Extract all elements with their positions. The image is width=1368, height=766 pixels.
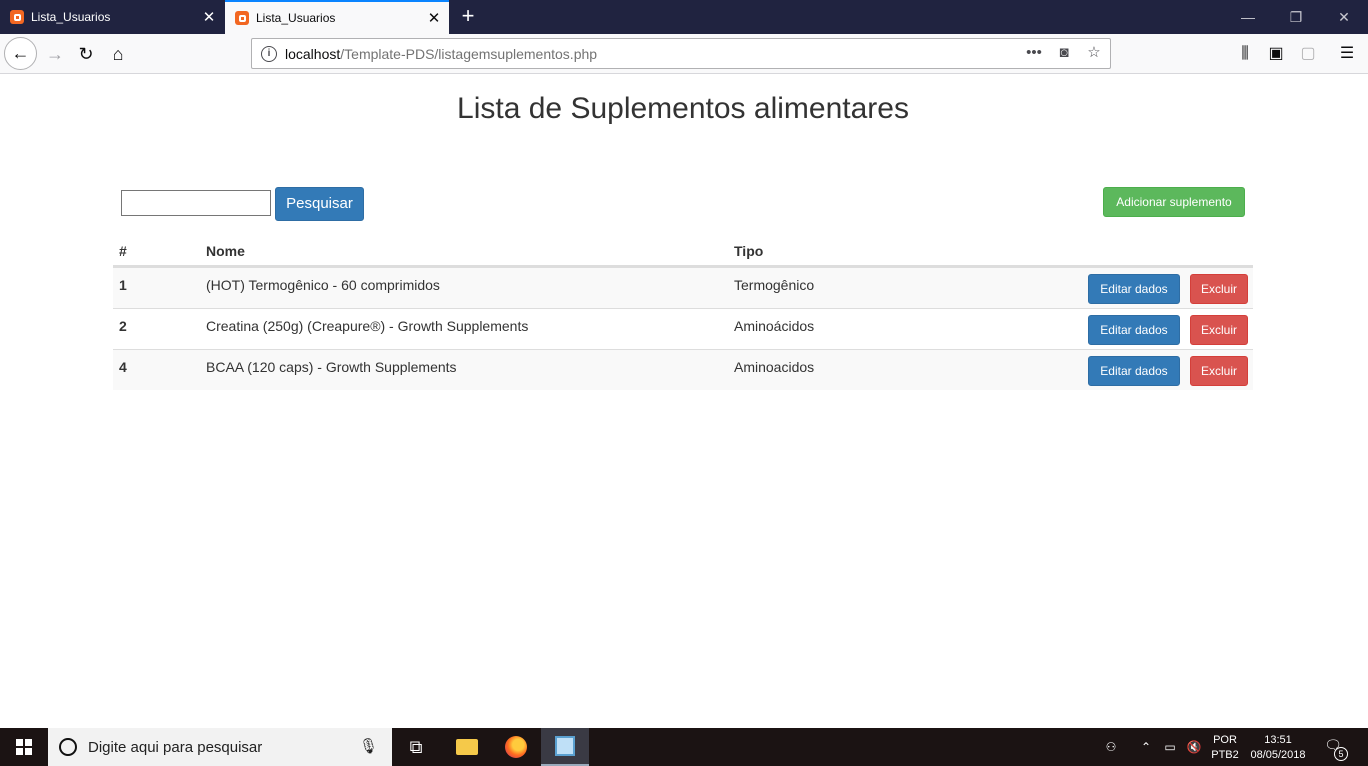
- row-tipo: Aminoacidos: [734, 359, 815, 375]
- sidebar-icon[interactable]: ▣: [1264, 42, 1288, 66]
- keyboard-layout: PTB2: [1211, 749, 1239, 761]
- page-title: Lista de Suplementos alimentares: [457, 92, 909, 125]
- tray-chevron-up-icon[interactable]: ⌃: [1136, 728, 1156, 766]
- extension-icon[interactable]: ▢: [1296, 42, 1320, 66]
- search-button[interactable]: Pesquisar: [275, 187, 364, 221]
- url-host: localhost: [285, 45, 341, 62]
- row-id: 2: [119, 318, 127, 334]
- site-info-icon[interactable]: i: [261, 45, 277, 62]
- column-header-nome: Nome: [206, 243, 245, 259]
- edit-button[interactable]: Editar dados: [1088, 356, 1180, 386]
- clock-time: 13:51: [1264, 734, 1292, 746]
- edit-button[interactable]: Editar dados: [1088, 274, 1180, 304]
- browser-tab-2[interactable]: Lista_Usuarios ✕: [225, 0, 449, 34]
- table-row: 4 BCAA (120 caps) - Growth Supplements A…: [113, 349, 1253, 390]
- row-id: 1: [119, 277, 127, 293]
- restore-icon[interactable]: ❐: [1272, 0, 1320, 34]
- delete-button[interactable]: Excluir: [1190, 315, 1248, 345]
- reload-icon[interactable]: ↻: [71, 39, 101, 69]
- close-tab-icon[interactable]: ✕: [198, 8, 220, 26]
- url-bar[interactable]: i localhost/Template-PDS/listagemsupleme…: [251, 38, 1111, 69]
- windows-logo-icon: [16, 739, 32, 755]
- bookmark-star-icon[interactable]: ☆: [1084, 43, 1104, 61]
- row-tipo: Aminoácidos: [734, 318, 815, 334]
- cortana-icon: [59, 738, 77, 756]
- clock[interactable]: 13:51 08/05/2018: [1246, 733, 1310, 763]
- battery-icon[interactable]: ▭: [1160, 728, 1180, 766]
- taskbar: Digite aqui para pesquisar 🎙 ⧉ ⚇ ⌃ ▭ 🔇 P…: [0, 728, 1368, 766]
- table-row: 1 (HOT) Termogênico - 60 comprimidos Ter…: [113, 267, 1253, 308]
- file-explorer-icon[interactable]: [443, 728, 491, 766]
- library-icon[interactable]: ⫼: [1233, 42, 1257, 66]
- xampp-favicon-icon: [235, 11, 249, 25]
- delete-button[interactable]: Excluir: [1190, 356, 1248, 386]
- navigation-toolbar: ← → ↻ ⌂ i localhost/Template-PDS/listage…: [0, 34, 1368, 74]
- row-nome: BCAA (120 caps) - Growth Supplements: [206, 359, 457, 375]
- close-window-icon[interactable]: ✕: [1320, 0, 1368, 34]
- volume-muted-icon[interactable]: 🔇: [1184, 728, 1204, 766]
- search-input[interactable]: [121, 190, 271, 216]
- microphone-icon[interactable]: 🎙: [359, 737, 378, 755]
- add-supplement-button[interactable]: Adicionar suplemento: [1103, 187, 1245, 217]
- tab-title: Lista_Usuarios: [31, 10, 111, 24]
- row-id: 4: [119, 359, 127, 375]
- language-code: POR: [1213, 734, 1237, 746]
- notification-center-icon[interactable]: 🗨 5: [1322, 737, 1348, 761]
- edit-button[interactable]: Editar dados: [1088, 315, 1180, 345]
- minimize-icon[interactable]: —: [1224, 0, 1272, 34]
- row-nome: Creatina (250g) (Creapure®) - Growth Sup…: [206, 318, 529, 334]
- people-icon[interactable]: ⚇: [1100, 728, 1122, 766]
- close-tab-icon[interactable]: ✕: [423, 9, 445, 27]
- firefox-icon[interactable]: [492, 728, 540, 766]
- delete-button[interactable]: Excluir: [1190, 274, 1248, 304]
- new-tab-icon[interactable]: +: [455, 3, 481, 29]
- taskbar-search-placeholder: Digite aqui para pesquisar: [88, 738, 263, 756]
- clock-date: 08/05/2018: [1250, 749, 1306, 761]
- start-button[interactable]: [0, 728, 48, 766]
- home-icon[interactable]: ⌂: [103, 39, 133, 69]
- task-view-icon[interactable]: ⧉: [392, 728, 440, 766]
- forward-icon[interactable]: →: [40, 39, 70, 69]
- app-cube-icon[interactable]: [541, 728, 589, 766]
- url-path: /Template-PDS/listagemsuplementos.php: [340, 45, 598, 62]
- notification-count-badge: 5: [1334, 747, 1348, 761]
- taskbar-search-box[interactable]: Digite aqui para pesquisar 🎙: [48, 728, 392, 766]
- back-icon[interactable]: ←: [4, 37, 37, 70]
- column-header-tipo: Tipo: [734, 243, 764, 259]
- tab-strip: Lista_Usuarios ✕ Lista_Usuarios ✕ + — ❐ …: [0, 0, 1368, 34]
- table-header: # Nome Tipo: [113, 235, 1253, 267]
- column-header-id: #: [119, 243, 127, 259]
- xampp-favicon-icon: [10, 10, 24, 24]
- input-language[interactable]: POR PTB2: [1210, 733, 1240, 763]
- browser-tab-1[interactable]: Lista_Usuarios ✕: [0, 0, 224, 34]
- supplements-table: # Nome Tipo 1 (HOT) Termogênico - 60 com…: [113, 235, 1253, 390]
- menu-icon[interactable]: ☰: [1335, 42, 1359, 66]
- page-actions-icon[interactable]: •••: [1024, 44, 1044, 61]
- pocket-icon[interactable]: ◙: [1054, 44, 1074, 61]
- row-nome: (HOT) Termogênico - 60 comprimidos: [206, 277, 440, 293]
- row-tipo: Termogênico: [734, 277, 815, 293]
- tab-title: Lista_Usuarios: [256, 11, 336, 25]
- table-row: 2 Creatina (250g) (Creapure®) - Growth S…: [113, 308, 1253, 349]
